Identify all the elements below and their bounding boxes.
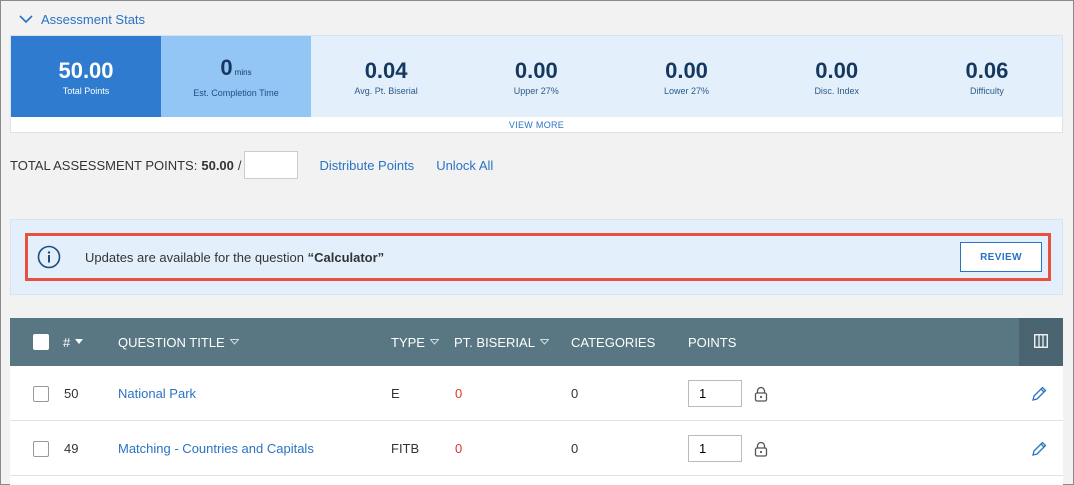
pencil-icon[interactable] bbox=[1030, 440, 1048, 458]
points-slash: / bbox=[237, 157, 242, 173]
stat-label: Total Points bbox=[62, 85, 110, 96]
stats-panel: 50.00 Total Points 0 mins Est. Completion… bbox=[10, 35, 1063, 133]
row-number: 50 bbox=[64, 386, 79, 401]
pt-biserial-value: 0 bbox=[455, 441, 463, 456]
distribute-points-link[interactable]: Distribute Points bbox=[320, 158, 415, 173]
total-points-bar: TOTAL ASSESSMENT POINTS: 50.00 / Distrib… bbox=[10, 151, 493, 179]
stat-unit: mins bbox=[234, 68, 252, 77]
pt-biserial-value: 0 bbox=[455, 386, 463, 401]
total-points-value: 50.00 bbox=[201, 157, 234, 173]
stat-value: 0.04 bbox=[364, 57, 408, 83]
stat-lower-27: 0.00 Lower 27% bbox=[611, 36, 762, 117]
sort-icon bbox=[229, 339, 239, 345]
header-pt-biserial[interactable]: PT. BISERIAL bbox=[454, 334, 549, 350]
assessment-stats-label: Assessment Stats bbox=[41, 11, 146, 27]
stat-value: 0.00 bbox=[665, 57, 708, 83]
question-title-link[interactable]: Matching - Countries and Capitals bbox=[118, 441, 314, 456]
stat-label: Est. Completion Time bbox=[193, 88, 279, 98]
stat-value: 50.00 bbox=[58, 57, 114, 83]
question-title-link[interactable]: National Park bbox=[118, 386, 196, 401]
sort-icon bbox=[539, 339, 549, 345]
stat-upper-27: 0.00 Upper 27% bbox=[461, 36, 612, 117]
table-row: 49 Matching - Countries and Capitals FIT… bbox=[10, 421, 1063, 476]
stat-value: 0.06 bbox=[965, 57, 1009, 83]
stat-completion-time: 0 mins Est. Completion Time bbox=[161, 36, 311, 117]
stat-label: Avg. Pt. Biserial bbox=[354, 85, 418, 96]
stat-total-points: 50.00 Total Points bbox=[11, 36, 161, 117]
header-type[interactable]: TYPE bbox=[391, 334, 439, 350]
chevron-down-icon bbox=[19, 14, 33, 24]
columns-icon bbox=[1034, 333, 1048, 351]
info-icon bbox=[37, 245, 61, 269]
table-row: 50 National Park E 0 0 bbox=[10, 366, 1063, 421]
categories-value: 0 bbox=[571, 386, 579, 401]
review-button[interactable]: REVIEW bbox=[960, 242, 1042, 272]
row-checkbox[interactable] bbox=[33, 385, 49, 402]
question-type: FITB bbox=[391, 441, 420, 456]
stat-label: Difficulty bbox=[969, 85, 1004, 96]
assessment-stats-toggle[interactable]: Assessment Stats bbox=[19, 9, 145, 29]
header-categories: CATEGORIES bbox=[571, 334, 656, 350]
stat-disc-index: 0.00 Disc. Index bbox=[761, 36, 912, 117]
notice-text: Updates are available for the question “… bbox=[85, 249, 385, 265]
stat-value: 0.00 bbox=[514, 57, 558, 83]
column-settings-button[interactable] bbox=[1019, 318, 1063, 366]
question-type: E bbox=[391, 386, 400, 401]
max-points-input[interactable] bbox=[243, 151, 298, 179]
notice-question-name: “Calculator” bbox=[307, 249, 385, 265]
lock-icon[interactable] bbox=[754, 441, 768, 457]
header-question-title[interactable]: QUESTION TITLE bbox=[118, 334, 239, 350]
stat-difficulty: 0.06 Difficulty bbox=[911, 36, 1063, 117]
header-points: POINTS bbox=[688, 334, 737, 350]
points-input[interactable] bbox=[688, 380, 742, 407]
pencil-icon[interactable] bbox=[1030, 385, 1048, 403]
view-more-link[interactable]: VIEW MORE bbox=[11, 120, 1062, 130]
stat-label: Disc. Index bbox=[814, 85, 859, 96]
lock-icon[interactable] bbox=[754, 386, 768, 402]
header-num[interactable]: # bbox=[63, 334, 84, 350]
stat-label: Upper 27% bbox=[513, 85, 559, 96]
questions-table: # QUESTION TITLE TYPE PT. BISERIAL CATEG… bbox=[10, 318, 1063, 485]
total-points-label: TOTAL ASSESSMENT POINTS: bbox=[10, 157, 198, 173]
row-checkbox[interactable] bbox=[33, 440, 49, 457]
sort-icon bbox=[429, 339, 439, 345]
stat-avg-biserial: 0.04 Avg. Pt. Biserial bbox=[311, 36, 462, 117]
update-notice-container: Updates are available for the question “… bbox=[10, 219, 1063, 295]
points-input[interactable] bbox=[688, 435, 742, 462]
select-all-checkbox[interactable] bbox=[33, 334, 49, 350]
row-number: 49 bbox=[64, 441, 79, 456]
stat-value: 0.00 bbox=[815, 57, 859, 83]
unlock-all-link[interactable]: Unlock All bbox=[436, 158, 493, 173]
update-notice: Updates are available for the question “… bbox=[25, 233, 1051, 281]
table-header: # QUESTION TITLE TYPE PT. BISERIAL CATEG… bbox=[10, 318, 1063, 366]
stat-value: 0 mins bbox=[220, 55, 252, 80]
stat-label: Lower 27% bbox=[663, 85, 710, 96]
sort-desc-icon bbox=[75, 339, 84, 345]
categories-value: 0 bbox=[571, 441, 579, 456]
